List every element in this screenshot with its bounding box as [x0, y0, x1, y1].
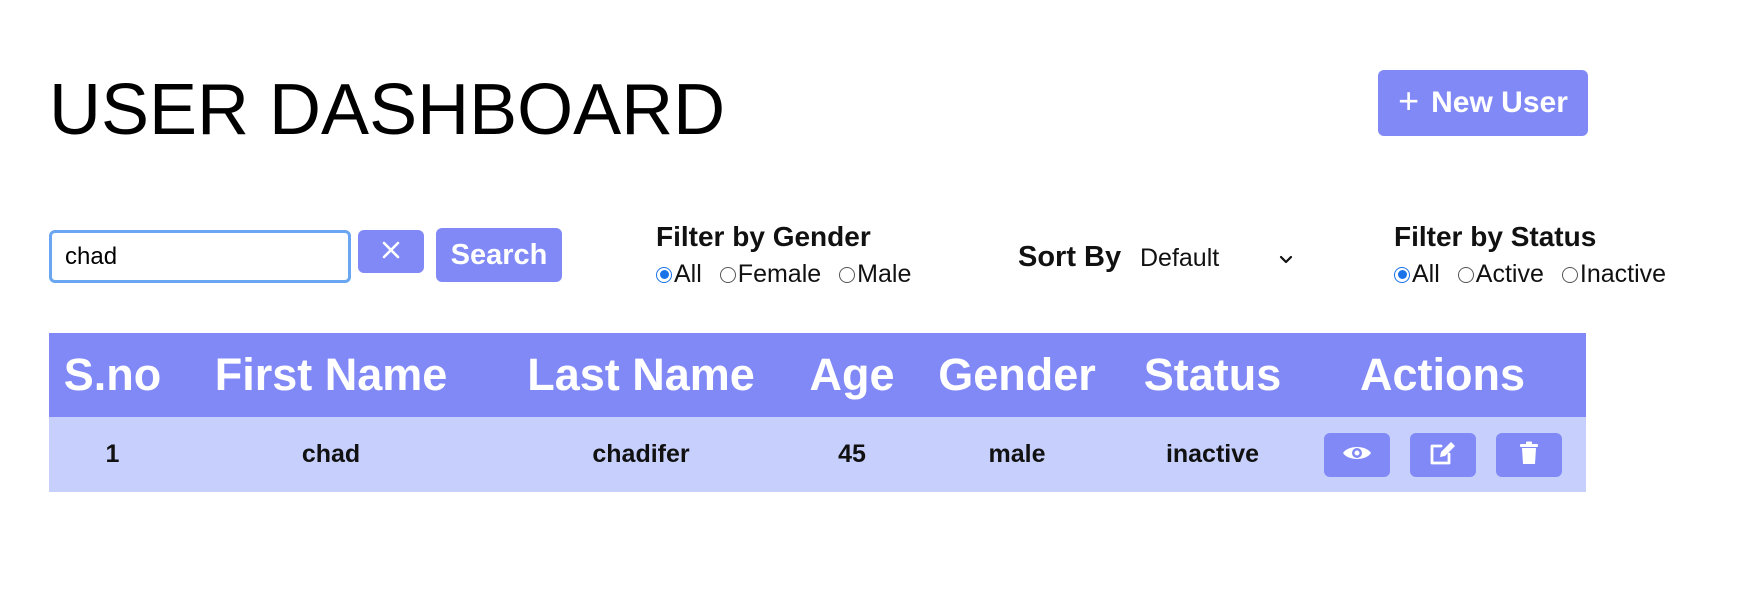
search-button[interactable]: Search: [436, 228, 562, 282]
gender-option-female[interactable]: Female: [719, 260, 822, 289]
radio-label: Inactive: [1579, 260, 1667, 288]
status-filter-title: Filter by Status: [1394, 221, 1597, 252]
radio-label: All: [674, 260, 702, 288]
gender-option-male[interactable]: Male: [839, 260, 911, 289]
close-icon: [382, 241, 400, 262]
radio-button[interactable]: [1394, 266, 1410, 283]
search-input[interactable]: [49, 230, 351, 283]
cell-status: inactive: [1165, 440, 1260, 468]
cell-sno: 1: [105, 440, 120, 468]
chevron-down-icon: [1278, 244, 1294, 273]
column-header-gender: Gender: [938, 349, 1096, 400]
column-header-sno: S.no: [63, 349, 162, 400]
cell-age: 45: [838, 440, 866, 468]
column-header-age: Age: [809, 349, 895, 400]
radio-button[interactable]: [839, 266, 856, 283]
status-filter: Filter by Status All Active Inactive: [1394, 220, 1684, 289]
cell-last-name: chadifer: [592, 440, 690, 468]
sort-selected-value: Default: [1140, 243, 1220, 272]
status-option-inactive[interactable]: Inactive: [1561, 260, 1667, 289]
view-button[interactable]: [1323, 432, 1390, 477]
page-title: USER DASHBOARD: [49, 70, 726, 150]
status-option-all[interactable]: All: [1394, 260, 1440, 289]
sort-select[interactable]: Default: [1140, 238, 1302, 278]
table-header-row: S.no First Name Last Name Age Gender Sta…: [49, 333, 1586, 417]
gender-filter: Filter by Gender All Female Male: [656, 220, 929, 289]
clear-search-button[interactable]: [358, 230, 424, 273]
radio-button[interactable]: [1457, 266, 1474, 283]
row-actions: [1299, 432, 1586, 477]
radio-label: Male: [857, 260, 912, 288]
column-header-status: Status: [1143, 349, 1282, 400]
cell-gender: male: [988, 440, 1046, 468]
column-header-actions: Actions: [1359, 349, 1525, 400]
plus-icon: +: [1398, 80, 1420, 121]
new-user-label: New User: [1431, 86, 1568, 119]
edit-button[interactable]: [1409, 432, 1476, 477]
column-header-first-name: First Name: [214, 349, 448, 400]
status-radio-group: All Active Inactive: [1394, 260, 1684, 289]
column-header-last-name: Last Name: [527, 349, 755, 400]
cell-first-name: chad: [301, 440, 361, 468]
sort-label: Sort By: [1018, 241, 1122, 273]
radio-button[interactable]: [1561, 266, 1578, 283]
status-option-active[interactable]: Active: [1457, 260, 1544, 289]
gender-option-all[interactable]: All: [656, 260, 702, 289]
new-user-button[interactable]: + New User: [1378, 70, 1588, 136]
eye-icon: [1342, 443, 1372, 466]
gender-radio-group: All Female Male: [656, 260, 929, 289]
radio-label: All: [1412, 260, 1440, 288]
trash-icon: [1519, 441, 1539, 468]
radio-label: Female: [737, 260, 822, 288]
table-row: 1 chad chadifer 45 male inactive: [49, 417, 1586, 492]
radio-label: Active: [1475, 260, 1544, 288]
radio-button[interactable]: [719, 266, 736, 283]
gender-filter-title: Filter by Gender: [656, 221, 871, 252]
delete-button[interactable]: [1495, 432, 1562, 477]
radio-button[interactable]: [656, 266, 672, 283]
users-table: S.no First Name Last Name Age Gender Sta…: [49, 333, 1586, 492]
cell-actions: [1299, 417, 1586, 492]
edit-icon: [1429, 440, 1457, 469]
